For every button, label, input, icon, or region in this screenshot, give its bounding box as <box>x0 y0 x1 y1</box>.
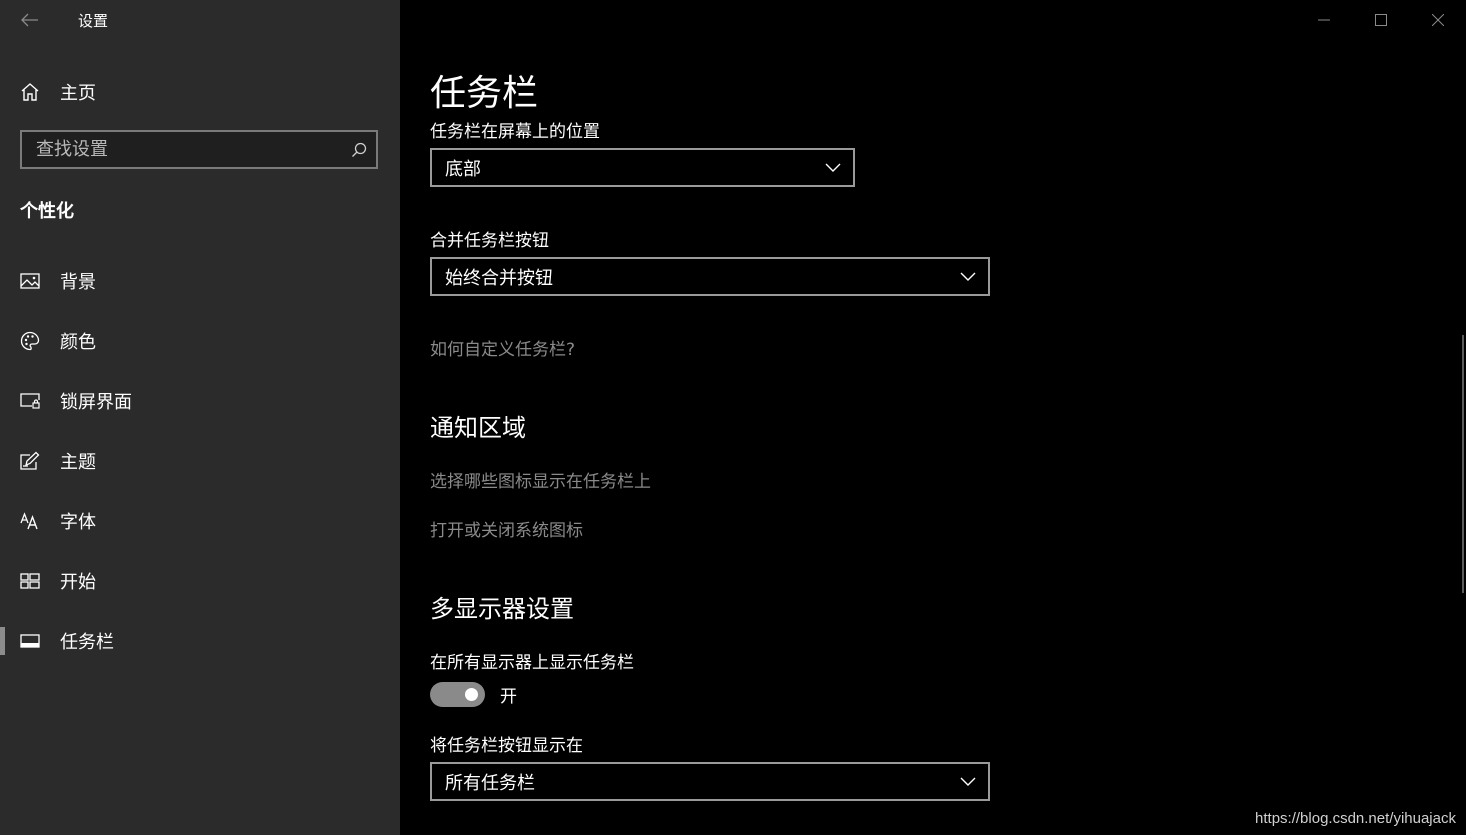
position-dropdown-value: 底部 <box>445 158 481 180</box>
toggle-state-label: 开 <box>500 687 517 707</box>
page-title: 任务栏 <box>430 73 539 114</box>
maximize-button[interactable] <box>1352 0 1409 40</box>
chevron-down-icon <box>948 259 988 294</box>
combine-dropdown[interactable]: 始终合并按钮 <box>430 257 990 296</box>
sidebar-item-label: 背景 <box>60 272 96 293</box>
sidebar-item-themes[interactable]: 主题 <box>0 431 400 491</box>
sidebar-item-colors[interactable]: 颜色 <box>0 311 400 371</box>
position-dropdown[interactable]: 底部 <box>430 148 855 187</box>
maximize-icon <box>1374 14 1387 26</box>
sidebar-nav: 背景 颜色 锁屏界面 主题 字体 开始 任务栏 <box>0 251 400 671</box>
combine-label: 合并任务栏按钮 <box>430 231 549 251</box>
buttons-on-dropdown-value: 所有任务栏 <box>445 772 535 794</box>
sidebar-section-heading: 个性化 <box>20 201 74 222</box>
palette-icon <box>20 331 40 351</box>
sidebar-item-label: 锁屏界面 <box>60 392 132 413</box>
lock-screen-icon <box>20 391 40 411</box>
settings-window: 设置 主页 个性化 <box>0 0 1466 835</box>
sidebar-item-label: 任务栏 <box>60 632 114 653</box>
search-input[interactable] <box>22 138 342 161</box>
chevron-down-icon <box>948 764 988 799</box>
buttons-on-label: 将任务栏按钮显示在 <box>430 736 583 756</box>
buttons-on-dropdown[interactable]: 所有任务栏 <box>430 762 990 801</box>
close-button[interactable] <box>1409 0 1466 40</box>
taskbar-icon <box>20 631 40 651</box>
position-label: 任务栏在屏幕上的位置 <box>430 122 600 142</box>
sidebar-item-label: 主题 <box>60 452 96 473</box>
chevron-down-icon <box>813 150 853 185</box>
show-all-displays-label: 在所有显示器上显示任务栏 <box>430 653 634 673</box>
sidebar: 设置 主页 个性化 <box>0 0 400 835</box>
show-all-displays-toggle[interactable] <box>430 682 485 707</box>
sidebar-item-label: 开始 <box>60 572 96 593</box>
select-icons-link[interactable]: 选择哪些图标显示在任务栏上 <box>430 467 651 492</box>
home-icon <box>21 83 39 101</box>
minimize-icon <box>1317 19 1330 21</box>
sidebar-item-background[interactable]: 背景 <box>0 251 400 311</box>
sidebar-item-label: 字体 <box>60 512 96 533</box>
toggle-knob <box>465 688 478 701</box>
picture-icon <box>20 271 40 291</box>
app-title: 设置 <box>78 12 109 30</box>
search-box <box>20 130 378 169</box>
window-controls <box>1295 0 1466 40</box>
sidebar-item-home[interactable]: 主页 <box>20 78 96 106</box>
search-icon[interactable] <box>342 132 376 167</box>
sidebar-item-label: 主页 <box>60 83 96 104</box>
start-menu-icon <box>20 571 40 591</box>
multi-display-heading: 多显示器设置 <box>430 595 574 623</box>
sidebar-item-lock-screen[interactable]: 锁屏界面 <box>0 371 400 431</box>
sidebar-item-label: 颜色 <box>60 332 96 353</box>
sidebar-item-start[interactable]: 开始 <box>0 551 400 611</box>
sidebar-item-fonts[interactable]: 字体 <box>0 491 400 551</box>
show-all-displays-row: 开 <box>430 682 517 707</box>
back-button[interactable] <box>14 6 46 34</box>
system-icons-link[interactable]: 打开或关闭系统图标 <box>430 516 583 541</box>
scrollbar[interactable] <box>1462 335 1464 593</box>
theme-pen-icon <box>20 451 40 471</box>
font-icon <box>20 511 40 531</box>
notification-area-heading: 通知区域 <box>430 414 526 442</box>
combine-dropdown-value: 始终合并按钮 <box>445 267 553 289</box>
minimize-button[interactable] <box>1295 0 1352 40</box>
close-icon <box>1431 14 1444 26</box>
back-arrow-icon <box>21 13 38 27</box>
customize-taskbar-link[interactable]: 如何自定义任务栏? <box>430 335 575 360</box>
watermark: https://blog.csdn.net/yihuajack <box>1255 810 1456 827</box>
sidebar-item-taskbar[interactable]: 任务栏 <box>0 611 400 671</box>
